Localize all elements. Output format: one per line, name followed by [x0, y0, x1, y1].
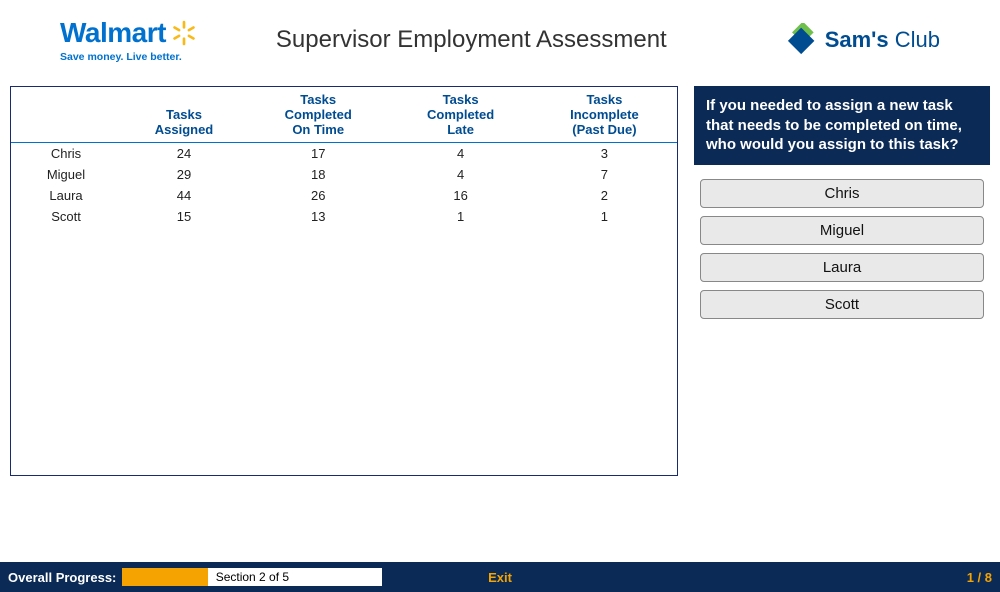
cell-value: 15 [121, 206, 247, 227]
cell-value: 3 [532, 142, 677, 164]
exit-button[interactable]: Exit [488, 570, 512, 585]
table-row: Miguel291847 [11, 164, 677, 185]
progress-section-text: Section 2 of 5 [122, 570, 382, 584]
header: Walmart Save money. Live better. Supervi… [0, 0, 1000, 78]
cell-value: 18 [247, 164, 389, 185]
sams-diamond-icon [785, 23, 819, 57]
walmart-logo: Walmart Save money. Live better. [60, 17, 198, 63]
cell-value: 2 [532, 185, 677, 206]
main-area: TasksAssignedTasksCompletedOn TimeTasksC… [0, 78, 1000, 476]
col-header: TasksIncomplete(Past Due) [532, 87, 677, 142]
cell-value: 4 [389, 142, 531, 164]
cell-name: Chris [11, 142, 121, 164]
table-body: Chris241743Miguel291847Laura4426162Scott… [11, 142, 677, 227]
table-row: Laura4426162 [11, 185, 677, 206]
progress-bar: Section 2 of 5 [122, 568, 382, 586]
table-header: TasksAssignedTasksCompletedOn TimeTasksC… [11, 87, 677, 142]
cell-value: 1 [532, 206, 677, 227]
cell-value: 29 [121, 164, 247, 185]
employee-task-table: TasksAssignedTasksCompletedOn TimeTasksC… [11, 87, 677, 227]
cell-value: 7 [532, 164, 677, 185]
col-name [11, 87, 121, 142]
walmart-spark-icon [170, 19, 198, 47]
cell-value: 4 [389, 164, 531, 185]
table-row: Chris241743 [11, 142, 677, 164]
sams-club-logo: Sam's Club [785, 23, 940, 57]
answer-button[interactable]: Scott [700, 290, 984, 319]
data-table-panel: TasksAssignedTasksCompletedOn TimeTasksC… [10, 86, 678, 476]
question-panel: If you needed to assign a new task that … [694, 86, 990, 476]
col-header: TasksCompletedOn Time [247, 87, 389, 142]
answer-button[interactable]: Miguel [700, 216, 984, 245]
cell-value: 24 [121, 142, 247, 164]
question-text: If you needed to assign a new task that … [694, 86, 990, 165]
cell-value: 13 [247, 206, 389, 227]
page-title: Supervisor Employment Assessment [158, 26, 785, 54]
table-row: Scott151311 [11, 206, 677, 227]
sams-wordmark: Sam's Club [825, 27, 940, 53]
cell-name: Miguel [11, 164, 121, 185]
cell-value: 26 [247, 185, 389, 206]
footer-bar: Overall Progress: Section 2 of 5 Exit 1 … [0, 562, 1000, 592]
answer-button[interactable]: Laura [700, 253, 984, 282]
page-counter: 1 / 8 [967, 570, 992, 585]
cell-name: Laura [11, 185, 121, 206]
cell-name: Scott [11, 206, 121, 227]
answer-list: Chris Miguel Laura Scott [694, 165, 990, 319]
answer-button[interactable]: Chris [700, 179, 984, 208]
progress-label: Overall Progress: [8, 570, 116, 585]
cell-value: 17 [247, 142, 389, 164]
col-header: TasksCompletedLate [389, 87, 531, 142]
cell-value: 1 [389, 206, 531, 227]
cell-value: 16 [389, 185, 531, 206]
col-header: TasksAssigned [121, 87, 247, 142]
walmart-wordmark: Walmart [60, 17, 166, 49]
cell-value: 44 [121, 185, 247, 206]
